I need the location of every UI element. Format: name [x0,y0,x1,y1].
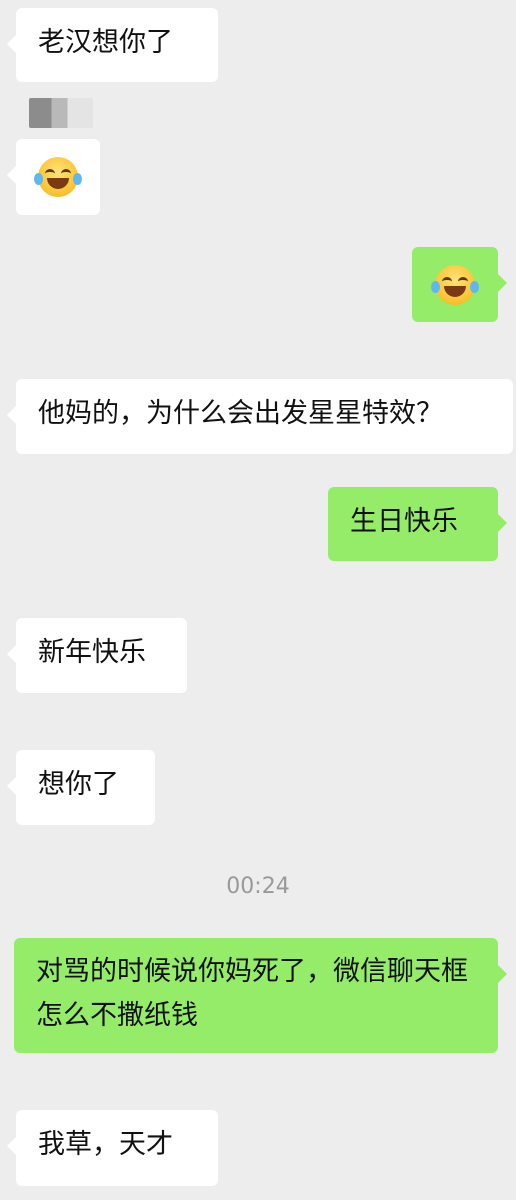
message-bubble-incoming[interactable]: 老汉想你了 [7,8,218,82]
message-text: 对骂的时候说你妈死了，微信聊天框怎么不撒纸钱 [36,956,468,1031]
laugh-tears-emoji-icon [34,157,82,197]
laugh-tears-emoji-icon [431,264,479,305]
message-text: 他妈的，为什么会出发星星特效？ [38,398,443,429]
chat-timestamp: 00:24 [226,874,290,899]
message-text: 生日快乐 [350,506,458,537]
message-text: 我草，天才 [38,1129,173,1160]
message-bubble-outgoing[interactable]: 生日快乐 [328,487,507,561]
message-text: 老汉想你了 [38,27,173,58]
message-bubble-incoming[interactable]: 新年快乐 [7,618,187,693]
message-bubble-incoming[interactable]: 我草，天才 [7,1110,218,1186]
message-text: 想你了 [38,769,119,800]
emoji-message-incoming[interactable] [7,139,100,215]
message-text: 新年快乐 [38,637,146,668]
message-bubble-incoming[interactable]: 他妈的，为什么会出发星星特效？ [7,379,513,454]
message-bubble-outgoing[interactable]: 对骂的时候说你妈死了，微信聊天框怎么不撒纸钱 [14,938,507,1053]
emoji-message-outgoing[interactable] [412,247,507,322]
blurred-avatar-fragment [29,98,93,128]
message-bubble-incoming[interactable]: 想你了 [7,750,155,825]
